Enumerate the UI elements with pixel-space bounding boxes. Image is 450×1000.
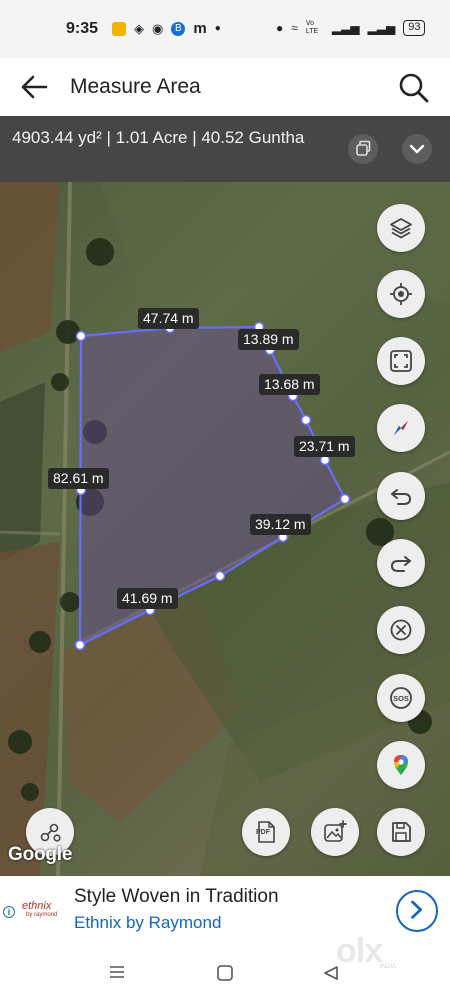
distance-label: 47.74 m [138,308,199,329]
back-arrow-icon[interactable] [16,68,54,106]
layers-icon [390,218,412,239]
distance-label: 23.71 m [294,436,355,457]
distance-label: 82.61 m [48,468,109,489]
bluetooth-b-icon: B [171,21,186,36]
fit-bounds-button[interactable] [377,337,425,385]
svg-text:SOS: SOS [393,694,409,703]
sos-icon: SOS [390,687,412,709]
recents-icon[interactable] [108,964,126,980]
fit-bounds-icon [390,350,412,372]
export-pdf-button[interactable]: PDF [242,808,290,856]
redo-button[interactable] [377,539,425,587]
distance-label: 41.69 m [117,588,178,609]
ad-brand-logo: ethnix [22,900,52,912]
page-title: Measure Area [70,75,201,98]
undo-icon [391,489,412,505]
compass-icon [394,421,408,435]
status-bar: 9:35 ◈ ◉ B m ● ● ≈ Vo LTE ▂▃▅ ▂▃▅ 93 [0,0,450,58]
sos-button[interactable]: SOS [377,674,425,722]
my-location-button[interactable] [377,270,425,318]
distance-label: 39.12 m [250,514,311,535]
google-logo: Google [8,844,73,865]
app-bar: Measure Area [0,58,450,116]
area-measurement-text: 4903.44 yd² | 1.01 Acre | 40.52 Guntha [12,128,305,147]
signal-icon: ▂▃▅ [331,21,360,35]
ad-open-button[interactable] [396,890,438,932]
status-system-icons: ● ≈ Vo LTE ▂▃▅ ▂▃▅ 93 [276,20,426,36]
m-icon: m [193,20,207,37]
back-nav-icon[interactable] [322,964,340,982]
ad-info-icon[interactable]: i [3,906,15,918]
wifi-icon: ≈ [291,21,298,35]
chevron-right-icon [411,900,422,919]
signal-icon-2: ▂▃▅ [367,21,396,35]
copy-icon [356,140,371,156]
volte-icon: Vo LTE [305,20,319,35]
home-icon[interactable] [216,964,234,982]
system-nav-bar: olx INDIA [0,932,450,1000]
watermark-logo: olx [336,932,383,970]
status-time: 9:35 [66,20,99,37]
watermark-sub: INDIA [380,964,397,970]
clear-icon [390,619,412,641]
pdf-label: PDF [256,829,270,836]
battery-icon: 93 [403,20,426,36]
add-photo-icon [324,820,347,842]
add-photo-button[interactable] [311,808,359,856]
area-info-bar: 4903.44 yd² | 1.01 Acre | 40.52 Guntha [0,116,450,182]
dot-icon: ● [214,23,221,34]
ad-banner[interactable]: i ethnix by raymond Style Woven in Tradi… [0,876,450,942]
ad-brand-sub: by raymond [26,912,58,918]
ad-headline: Style Woven in Tradition [74,886,279,907]
undo-button[interactable] [377,472,425,520]
copy-button[interactable] [348,134,378,164]
chevron-down-icon [409,144,425,154]
ghost-icon: ◉ [152,20,164,36]
snapchat-icon: ◈ [134,20,144,36]
google-maps-icon [394,755,408,775]
save-button[interactable] [377,808,425,856]
save-icon [392,822,411,842]
location-icon: ● [276,21,284,35]
search-icon[interactable] [394,68,434,108]
satellite-map[interactable]: 47.74 m 13.89 m 13.68 m 23.71 m 82.61 m … [0,182,450,876]
distance-label: 13.89 m [238,329,299,350]
layers-button[interactable] [377,204,425,252]
ad-advertiser[interactable]: Ethnix by Raymond [74,913,221,933]
redo-icon [390,556,411,572]
google-maps-button[interactable] [377,741,425,789]
compass-button[interactable] [377,404,425,452]
measure-points-icon [40,823,61,842]
status-notification-icons: ◈ ◉ B m ● [112,20,221,37]
clear-button[interactable] [377,606,425,654]
distance-label: 13.68 m [259,374,320,395]
expand-button[interactable] [402,134,432,164]
notes-icon [112,21,126,36]
my-location-icon [390,283,412,305]
